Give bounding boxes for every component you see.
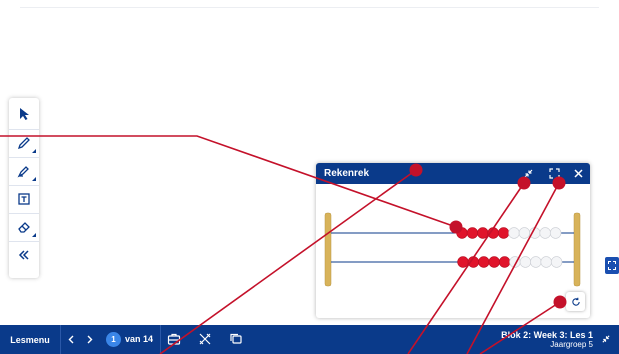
dashed-select-icon [608, 261, 616, 270]
red-bead[interactable] [497, 227, 510, 239]
white-bead[interactable] [550, 256, 563, 268]
pencil-icon [17, 137, 30, 150]
cursor-arrow-icon [20, 108, 29, 120]
white-bead[interactable] [518, 227, 531, 239]
red-bead[interactable] [487, 227, 499, 239]
collapse-bar-button[interactable] [599, 332, 613, 346]
windows-button[interactable] [228, 331, 244, 347]
select-tool-button[interactable] [9, 101, 39, 127]
selection-panel-handle[interactable] [605, 257, 619, 274]
drawing-toolbar [9, 98, 39, 278]
red-bead[interactable] [456, 227, 468, 239]
eraser-tool-button[interactable] [9, 214, 39, 240]
eraser-icon [18, 222, 30, 233]
tool-options-indicator [32, 177, 36, 181]
red-bead[interactable] [477, 227, 489, 239]
beads[interactable] [456, 227, 563, 268]
current-page-indicator[interactable]: 1 [106, 332, 121, 347]
white-bead[interactable] [549, 227, 562, 239]
close-button[interactable] [568, 163, 588, 184]
red-bead[interactable] [498, 256, 511, 268]
bottom-bar-divider [160, 325, 161, 354]
lesson-subtitle: Jaargroep 5 [550, 340, 593, 349]
text-box-icon [18, 193, 30, 205]
reset-icon [571, 297, 580, 306]
windows-icon [230, 333, 242, 344]
pen-tool-button[interactable] [9, 130, 39, 156]
white-bead[interactable] [539, 227, 551, 239]
minimize-icon [524, 169, 532, 178]
collapse-arrows-icon [602, 335, 610, 343]
highlighter-tool-button[interactable] [9, 158, 39, 184]
white-bead[interactable] [529, 227, 541, 239]
right-frame-post [573, 212, 581, 287]
white-bead[interactable] [508, 227, 520, 239]
red-bead[interactable] [457, 256, 469, 268]
lesson-menu-button[interactable]: Lesmenu [0, 325, 60, 354]
page-count: van 14 [125, 334, 154, 344]
reset-button[interactable] [566, 292, 585, 311]
tools-icon [199, 333, 211, 345]
white-bead[interactable] [540, 256, 552, 268]
white-bead[interactable] [519, 256, 532, 268]
red-bead[interactable] [488, 256, 500, 268]
widget-header[interactable]: Rekenrek [316, 163, 590, 184]
chevron-left-icon [68, 335, 73, 343]
tool-options-indicator [32, 233, 36, 237]
red-bead[interactable] [467, 256, 480, 268]
minimize-button[interactable] [518, 163, 538, 184]
highlighter-icon [17, 166, 29, 178]
collapse-toolbar-button[interactable] [9, 242, 39, 268]
tools-button[interactable] [197, 331, 213, 347]
fullscreen-button[interactable] [544, 163, 564, 184]
chevron-right-icon [87, 335, 92, 343]
next-page-button[interactable] [82, 332, 96, 346]
close-icon [573, 169, 583, 178]
white-bead[interactable] [509, 256, 521, 268]
top-divider [20, 7, 599, 8]
lesson-title: Blok 2: Week 3: Les 1 [501, 330, 593, 340]
fullscreen-icon [548, 168, 560, 179]
bottom-bar: Lesmenu 1 van 14 Blok 2: Week 3: Les 1 J… [0, 325, 619, 354]
left-frame-post [324, 212, 332, 287]
previous-page-button[interactable] [64, 332, 78, 346]
white-bead[interactable] [530, 256, 542, 268]
red-bead[interactable] [466, 227, 479, 239]
double-chevron-left-icon [18, 250, 29, 260]
rekenrek-widget[interactable]: Rekenrek [316, 163, 590, 318]
tool-options-indicator [32, 149, 36, 153]
briefcase-icon [167, 333, 181, 345]
red-bead[interactable] [478, 256, 490, 268]
briefcase-button[interactable] [166, 331, 182, 347]
rekenrek-abacus[interactable] [316, 184, 590, 318]
text-tool-button[interactable] [9, 186, 39, 212]
bottom-bar-divider [60, 325, 61, 354]
widget-title: Rekenrek [324, 168, 370, 179]
